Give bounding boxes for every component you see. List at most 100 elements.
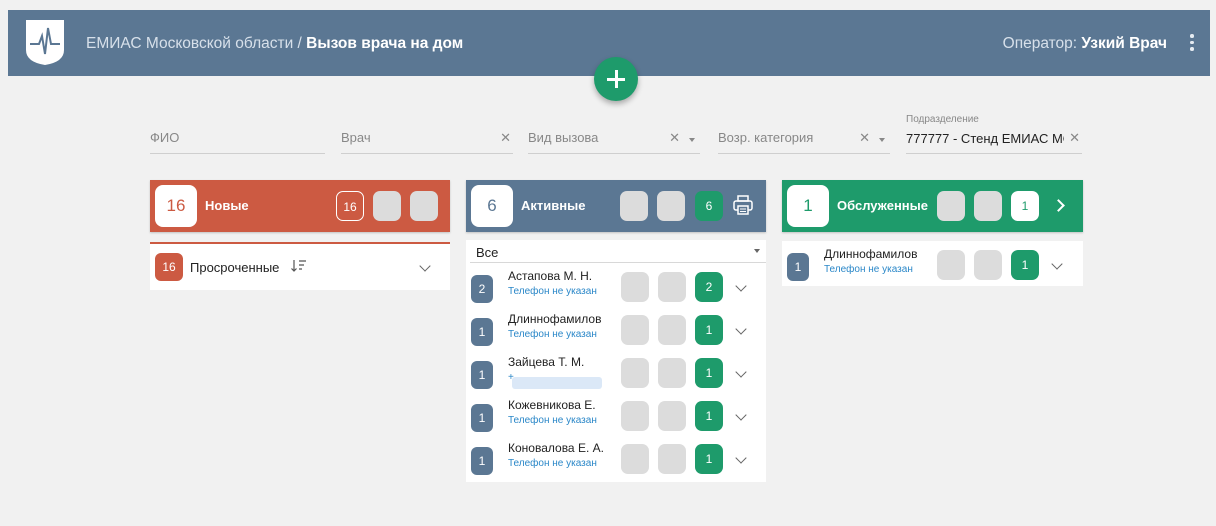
status-pill[interactable] — [621, 272, 649, 302]
active-count: 6 — [471, 185, 513, 227]
emias-logo-icon[interactable] — [24, 18, 66, 66]
status-pill[interactable] — [621, 401, 649, 431]
call-pill[interactable]: 1 — [1011, 250, 1039, 280]
list-item[interactable]: 1 Длиннофамилов Телефон не указан 1 — [466, 309, 766, 349]
dropdown-arrow-icon[interactable] — [754, 249, 760, 253]
served-list: 1 Длиннофамилов Телефон не указан 1 — [782, 241, 1083, 286]
app-name: ЕМИАС Московской области / — [86, 35, 307, 52]
patient-phone[interactable]: Телефон не указан — [508, 286, 597, 297]
chevron-down-icon[interactable] — [735, 323, 747, 335]
status-pill[interactable] — [620, 191, 648, 221]
patient-name: Зайцева Т. М. — [508, 355, 585, 369]
list-item[interactable]: 1 Коновалова Е. А. Телефон не указан 1 — [466, 438, 766, 478]
chevron-down-icon[interactable] — [1051, 258, 1063, 270]
status-pill[interactable] — [974, 250, 1002, 280]
active-list: Все 2 Астапова М. Н. Телефон не указан 2 1 Дл… — [466, 240, 766, 482]
column-title: Обслуженные — [837, 198, 928, 213]
chevron-down-icon[interactable] — [735, 452, 747, 464]
operator-info: Оператор: Узкий Врач — [1003, 35, 1167, 53]
patient-name: Кожевникова Е. — [508, 398, 596, 412]
call-pill[interactable]: 1 — [695, 401, 723, 431]
overdue-group[interactable]: 16 Просроченные — [150, 242, 450, 290]
patient-name: Астапова М. Н. — [508, 269, 593, 283]
served-count: 1 — [787, 185, 829, 227]
call-type-filter[interactable]: Вид вызова ✕ — [528, 120, 700, 154]
patient-phone[interactable]: Телефон не указан — [508, 458, 597, 469]
list-item[interactable]: 2 Астапова М. Н. Телефон не указан 2 — [466, 266, 766, 306]
call-pill[interactable]: 2 — [695, 272, 723, 302]
call-count-badge: 1 — [471, 361, 493, 389]
status-pill[interactable] — [410, 191, 438, 221]
patient-phone[interactable]: Телефон не указан — [508, 415, 597, 426]
call-count-badge: 1 — [471, 318, 493, 346]
status-pill[interactable] — [657, 191, 685, 221]
clear-icon[interactable]: ✕ — [669, 130, 680, 146]
clear-icon[interactable]: ✕ — [859, 130, 870, 146]
served-pill[interactable]: 1 — [1011, 191, 1039, 221]
division-label: Подразделение — [906, 114, 979, 125]
chevron-right-icon[interactable] — [1052, 199, 1065, 212]
call-count-badge: 1 — [471, 447, 493, 475]
status-pill[interactable] — [658, 358, 686, 388]
new-pill[interactable]: 16 — [336, 191, 364, 221]
patient-name: Длиннофамилов — [508, 312, 602, 326]
status-pill[interactable] — [373, 191, 401, 221]
status-pill[interactable] — [621, 444, 649, 474]
chevron-down-icon[interactable] — [735, 366, 747, 378]
chevron-down-icon[interactable] — [735, 280, 747, 292]
operator-label: Оператор: — [1002, 35, 1082, 52]
status-pill[interactable] — [621, 315, 649, 345]
dropdown-arrow-icon[interactable] — [689, 138, 695, 142]
status-pill[interactable] — [658, 444, 686, 474]
call-pill[interactable]: 1 — [695, 358, 723, 388]
column-active-header[interactable]: 6 Активные 6 — [466, 180, 766, 232]
patient-name: Коновалова Е. А. — [508, 441, 604, 455]
status-pill[interactable] — [937, 250, 965, 280]
page-title: Вызов врача на дом — [306, 35, 464, 52]
dropdown-arrow-icon[interactable] — [879, 138, 885, 142]
list-item[interactable]: 1 Зайцева Т. М. +1 — [466, 352, 766, 392]
column-new-header[interactable]: 16 Новые 16 — [150, 180, 450, 232]
call-pill[interactable]: 1 — [695, 444, 723, 474]
doctor-filter[interactable]: Врач ✕ — [341, 120, 513, 154]
clear-icon[interactable]: ✕ — [1069, 130, 1080, 146]
call-count-badge: 1 — [471, 404, 493, 432]
breadcrumb: ЕМИАС Московской области / Вызов врача н… — [86, 35, 463, 53]
overdue-count: 16 — [155, 253, 183, 281]
patient-phone[interactable]: Телефон не указан — [824, 264, 913, 275]
status-pill[interactable] — [658, 401, 686, 431]
doctor-label: Врач — [341, 130, 371, 145]
chevron-down-icon[interactable] — [419, 260, 431, 272]
clear-icon[interactable]: ✕ — [500, 130, 511, 146]
patient-phone[interactable]: Телефон не указан — [508, 329, 597, 340]
age-category-filter[interactable]: Возр. категория ✕ — [718, 120, 890, 154]
sort-icon[interactable] — [291, 259, 307, 273]
printer-icon[interactable] — [732, 194, 754, 216]
column-served-header[interactable]: 1 Обслуженные 1 — [782, 180, 1083, 232]
division-filter[interactable]: Подразделение 777777 - Стенд ЕМИАС МО ✕ — [906, 114, 1082, 154]
active-filter-select[interactable]: Все — [470, 240, 766, 263]
status-pill[interactable] — [937, 191, 965, 221]
call-count-badge: 1 — [787, 253, 809, 281]
add-call-button[interactable] — [594, 57, 638, 101]
call-count-badge: 2 — [471, 275, 493, 303]
fio-filter[interactable]: ФИО — [150, 120, 325, 154]
status-pill[interactable] — [658, 272, 686, 302]
call-pill[interactable]: 1 — [695, 315, 723, 345]
fio-label: ФИО — [150, 130, 180, 145]
masked-phone — [512, 377, 602, 389]
overdue-label: Просроченные — [190, 260, 280, 275]
active-filter-value: Все — [476, 245, 499, 260]
kebab-menu-icon[interactable] — [1188, 34, 1196, 54]
list-item[interactable]: 1 Длиннофамилов Телефон не указан 1 — [782, 244, 1082, 284]
column-title: Активные — [521, 198, 586, 213]
list-item[interactable]: 1 Кожевникова Е. Телефон не указан 1 — [466, 395, 766, 435]
age-category-label: Возр. категория — [718, 130, 814, 145]
operator-name: Узкий Врач — [1081, 35, 1167, 52]
active-pill[interactable]: 6 — [695, 191, 723, 221]
status-pill[interactable] — [658, 315, 686, 345]
status-pill[interactable] — [621, 358, 649, 388]
status-pill[interactable] — [974, 191, 1002, 221]
call-type-label: Вид вызова — [528, 130, 599, 145]
chevron-down-icon[interactable] — [735, 409, 747, 421]
